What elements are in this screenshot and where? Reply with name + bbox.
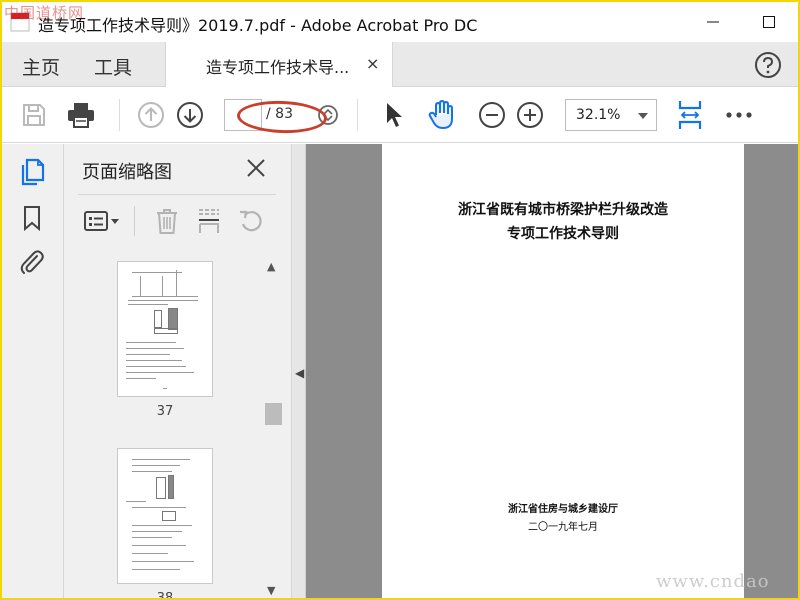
zoom-in-icon bbox=[517, 102, 543, 128]
thumbnail-page-37[interactable] bbox=[117, 261, 213, 397]
more-tools-button[interactable] bbox=[723, 99, 755, 131]
title-bar: 中国道桥网 造专项工作技术导则》2019.7.pdf - Adobe Acrob… bbox=[2, 2, 798, 42]
hand-tool-button[interactable] bbox=[426, 99, 458, 131]
panel-divider bbox=[78, 194, 276, 195]
thumbnail-page-number: 38 bbox=[156, 591, 174, 600]
scrollbar-thumb[interactable] bbox=[265, 403, 282, 425]
thumbnail-scrollbar[interactable] bbox=[264, 256, 282, 598]
document-view: ◀ 浙江省既有城市桥梁护栏升级改造 专项工作技术导则 浙江省住房与城乡建设厅 二… bbox=[292, 144, 798, 598]
save-button[interactable] bbox=[18, 99, 50, 131]
collapse-panel-handle[interactable]: ◀ bbox=[292, 144, 306, 598]
paperclip-icon[interactable] bbox=[18, 248, 46, 276]
zoom-out-button[interactable] bbox=[476, 99, 508, 131]
tab-bar: 主页 工具 造专项工作技术导... × bbox=[2, 42, 798, 87]
site-watermark-bottom: www.cndao bbox=[656, 571, 770, 592]
thumbnail-page-number: 37 bbox=[156, 404, 174, 419]
more-dots-icon bbox=[726, 112, 752, 118]
help-icon[interactable] bbox=[754, 51, 782, 79]
toolbar-divider bbox=[357, 99, 358, 131]
maximize-icon bbox=[763, 16, 775, 28]
next-page-button[interactable] bbox=[174, 99, 206, 131]
delete-page-button[interactable] bbox=[152, 206, 182, 236]
select-tool-button[interactable] bbox=[378, 99, 410, 131]
tab-home[interactable]: 主页 bbox=[22, 53, 60, 80]
thumbnail-page-38[interactable] bbox=[117, 448, 213, 584]
document-title-line1: 浙江省既有城市桥梁护栏升级改造 bbox=[458, 202, 668, 218]
app-window: 中国道桥网 造专项工作技术导则》2019.7.pdf - Adobe Acrob… bbox=[0, 0, 800, 600]
arrow-up-circle-icon bbox=[138, 102, 164, 128]
trash-icon bbox=[157, 209, 177, 234]
scroll-up-arrow-icon[interactable]: ▲ bbox=[267, 260, 275, 273]
thumbnail-list: 37 38 bbox=[64, 254, 264, 600]
fit-width-button[interactable] bbox=[674, 99, 706, 131]
thumbnail-options-menu[interactable] bbox=[82, 206, 124, 236]
minimize-button[interactable] bbox=[695, 8, 731, 36]
collapse-arrow-icon: ◀ bbox=[295, 366, 305, 380]
close-tab-icon[interactable]: × bbox=[366, 54, 379, 73]
document-date: 二〇一九年七月 bbox=[528, 522, 598, 533]
zoom-level-value: 32.1% bbox=[576, 107, 621, 123]
document-title-line2: 专项工作技术导则 bbox=[507, 226, 619, 242]
chevron-down-icon bbox=[638, 113, 648, 119]
options-list-icon bbox=[84, 211, 119, 231]
rotate-page-button[interactable] bbox=[236, 206, 266, 236]
extract-pages-icon bbox=[199, 209, 219, 233]
pdf-page: 浙江省既有城市桥梁护栏升级改造 专项工作技术导则 浙江省住房与城乡建设厅 二〇一… bbox=[382, 144, 744, 598]
left-navigation-rail bbox=[2, 144, 64, 598]
panel-title: 页面缩略图 bbox=[82, 162, 172, 183]
maximize-button[interactable] bbox=[751, 8, 787, 36]
zoom-out-icon bbox=[479, 102, 505, 128]
save-icon bbox=[23, 104, 45, 126]
document-tab-label: 造专项工作技术导... bbox=[206, 58, 350, 77]
document-publisher: 浙江省住房与城乡建设厅 bbox=[508, 504, 618, 515]
cursor-arrow-icon bbox=[387, 103, 402, 127]
tab-tools[interactable]: 工具 bbox=[94, 53, 132, 80]
extract-pages-button[interactable] bbox=[194, 206, 224, 236]
main-toolbar: / 83 32.1% bbox=[2, 87, 798, 143]
close-icon[interactable] bbox=[244, 156, 268, 180]
window-title: 造专项工作技术导则》2019.7.pdf - Adobe Acrobat Pro… bbox=[38, 16, 478, 35]
zoom-level-select[interactable]: 32.1% bbox=[565, 99, 657, 131]
arrow-down-circle-icon bbox=[177, 102, 203, 128]
previous-page-button[interactable] bbox=[135, 99, 167, 131]
fit-page-width-icon bbox=[678, 101, 702, 129]
tab-document[interactable]: 造专项工作技术导... × bbox=[165, 42, 393, 87]
panel-toolbar-divider bbox=[134, 206, 135, 236]
rotate-icon bbox=[240, 210, 262, 232]
hand-icon bbox=[428, 100, 453, 129]
bookmark-icon[interactable] bbox=[18, 204, 46, 232]
minimize-icon bbox=[707, 21, 719, 23]
print-button[interactable] bbox=[65, 99, 97, 131]
page-thumbnails-icon[interactable] bbox=[18, 158, 46, 186]
page-thumbnails-panel: 页面缩略图 37 38 ▲ ▼ bbox=[64, 144, 292, 600]
printer-icon bbox=[68, 103, 94, 128]
scroll-down-arrow-icon[interactable]: ▼ bbox=[267, 584, 275, 597]
toolbar-divider bbox=[119, 99, 120, 131]
zoom-in-button[interactable] bbox=[514, 99, 546, 131]
